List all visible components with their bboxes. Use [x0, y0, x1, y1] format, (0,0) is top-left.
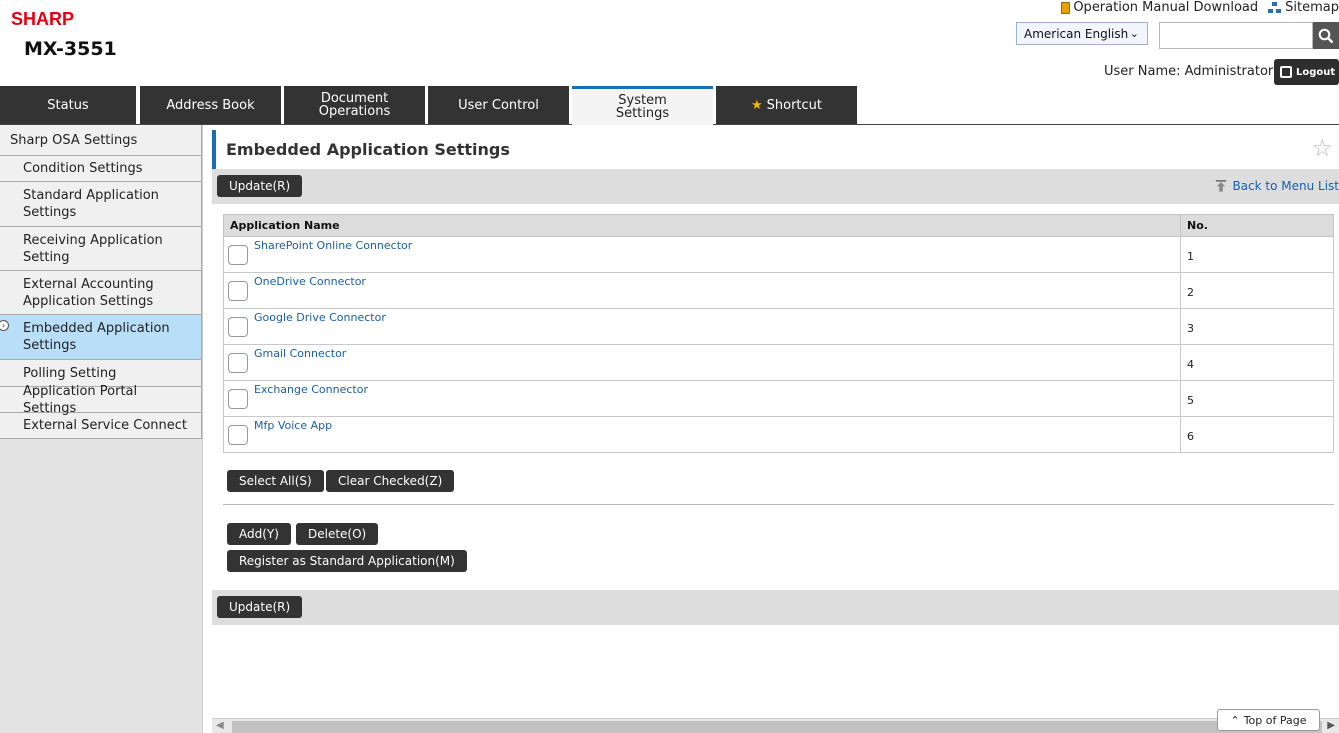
- app-link[interactable]: OneDrive Connector: [254, 275, 366, 288]
- app-number-cell: 5: [1180, 380, 1334, 417]
- operation-manual-label: Operation Manual Download: [1073, 0, 1259, 15]
- bottom-action-bar: Update(R): [212, 590, 1339, 625]
- sidebar: Sharp OSA Settings Condition Settings St…: [0, 125, 203, 733]
- table-row: OneDrive Connector 2: [223, 272, 1334, 309]
- sitemap-icon: [1268, 1, 1282, 14]
- app-name-cell: Gmail Connector: [223, 344, 1181, 381]
- table-header-row: Application Name No.: [223, 214, 1334, 237]
- table-row: Exchange Connector 5: [223, 380, 1334, 417]
- tab-user-control[interactable]: User Control: [428, 86, 569, 124]
- row-checkbox[interactable]: [228, 424, 248, 445]
- main-tabs: Status Address Book Document Operations …: [0, 86, 1339, 125]
- horizontal-scrollbar[interactable]: ◀ ▶: [212, 718, 1339, 733]
- tab-system-settings[interactable]: System Settings: [572, 86, 713, 125]
- table-row: Gmail Connector 4: [223, 344, 1334, 381]
- top-of-page-label: Top of Page: [1243, 713, 1307, 727]
- sidebar-item-embedded-application-settings[interactable]: › Embedded Application Settings: [0, 315, 202, 360]
- add-button[interactable]: Add(Y): [227, 523, 291, 545]
- sidebar-item-condition-settings[interactable]: Condition Settings: [0, 156, 202, 182]
- row-checkbox[interactable]: [228, 388, 248, 409]
- clear-checked-button[interactable]: Clear Checked(Z): [326, 470, 455, 492]
- sitemap-link[interactable]: Sitemap: [1268, 0, 1339, 15]
- back-to-menu-list-label: Back to Menu List: [1232, 179, 1339, 193]
- app-number-cell: 2: [1180, 272, 1334, 309]
- app-link[interactable]: Mfp Voice App: [254, 419, 332, 432]
- table-row: Mfp Voice App 6: [223, 416, 1334, 453]
- app-name-cell: Exchange Connector: [223, 380, 1181, 417]
- table-row: SharePoint Online Connector 1: [223, 236, 1334, 273]
- application-table: Application Name No. SharePoint Online C…: [223, 214, 1334, 453]
- manual-icon: [1061, 1, 1071, 14]
- select-all-button[interactable]: Select All(S): [227, 470, 324, 492]
- scrollbar-thumb[interactable]: [232, 721, 1322, 733]
- top-action-bar: Update(R) Back to Menu List: [212, 169, 1339, 204]
- language-value: American English: [1024, 26, 1129, 41]
- logout-icon: [1280, 66, 1292, 78]
- update-button-top[interactable]: Update(R): [217, 175, 303, 197]
- back-arrow-icon: [1216, 180, 1227, 192]
- user-name: User Name: Administrator: [1104, 64, 1274, 79]
- row-checkbox[interactable]: [228, 280, 248, 301]
- top-of-page-button[interactable]: ⌃ Top of Page: [1217, 709, 1320, 731]
- row-checkbox[interactable]: [228, 352, 248, 373]
- chevron-right-icon: ›: [0, 320, 9, 331]
- app-link[interactable]: Google Drive Connector: [254, 311, 386, 324]
- page-title-bar: Embedded Application Settings ☆: [212, 130, 1339, 169]
- model-name: MX-3551: [24, 38, 117, 60]
- app-link[interactable]: Exchange Connector: [254, 383, 368, 396]
- tab-document-operations[interactable]: Document Operations: [284, 86, 425, 124]
- register-standard-application-button[interactable]: Register as Standard Application(M): [227, 550, 467, 572]
- app-name-cell: SharePoint Online Connector: [223, 236, 1181, 273]
- app-name-cell: Google Drive Connector: [223, 308, 1181, 345]
- app-number-cell: 1: [1180, 236, 1334, 273]
- sitemap-label: Sitemap: [1285, 0, 1339, 15]
- logout-button[interactable]: Logout: [1274, 59, 1339, 85]
- app-name-cell: OneDrive Connector: [223, 272, 1181, 309]
- scroll-left-icon[interactable]: ◀: [216, 720, 224, 731]
- tab-shortcut[interactable]: ★ Shortcut: [716, 86, 857, 124]
- brand-logo: SHARP: [11, 9, 75, 29]
- row-checkbox[interactable]: [228, 316, 248, 337]
- column-header-application-name: Application Name: [223, 214, 1181, 237]
- column-header-no: No.: [1180, 214, 1334, 237]
- app-name-cell: Mfp Voice App: [223, 416, 1181, 453]
- sidebar-item-receiving-application-setting[interactable]: Receiving Application Setting: [0, 227, 202, 271]
- app-link[interactable]: SharePoint Online Connector: [254, 239, 412, 252]
- back-to-menu-list-link[interactable]: Back to Menu List: [1215, 179, 1339, 193]
- app-link[interactable]: Gmail Connector: [254, 347, 346, 360]
- update-button-bottom[interactable]: Update(R): [217, 596, 303, 618]
- logout-label: Logout: [1296, 66, 1336, 78]
- header: SHARP MX-3551 Operation Manual Download …: [0, 0, 1339, 86]
- row-checkbox[interactable]: [228, 244, 248, 265]
- language-select[interactable]: American English ⌄: [1016, 22, 1148, 45]
- sidebar-item-external-service-connect[interactable]: External Service Connect: [0, 413, 202, 439]
- page-title: Embedded Application Settings: [226, 140, 510, 159]
- divider: [223, 504, 1334, 505]
- app-number-cell: 6: [1180, 416, 1334, 453]
- sidebar-item-application-portal-settings[interactable]: Application Portal Settings: [0, 384, 202, 416]
- chevron-up-icon: ⌃: [1230, 713, 1240, 727]
- tab-status[interactable]: Status: [0, 86, 136, 124]
- operation-manual-link[interactable]: Operation Manual Download: [1061, 0, 1258, 15]
- tab-address-book[interactable]: Address Book: [140, 86, 281, 124]
- star-icon: ★: [750, 97, 763, 113]
- app-number-cell: 3: [1180, 308, 1334, 345]
- sidebar-item-standard-application-settings[interactable]: Standard Application Settings: [0, 182, 202, 227]
- app-number-cell: 4: [1180, 344, 1334, 381]
- chevron-down-icon: ⌄: [1129, 27, 1139, 40]
- search-icon: [1318, 28, 1334, 43]
- table-row: Google Drive Connector 3: [223, 308, 1334, 345]
- scroll-right-icon[interactable]: ▶: [1327, 720, 1335, 731]
- sidebar-item-sharp-osa-settings[interactable]: Sharp OSA Settings: [0, 125, 202, 156]
- top-links: Operation Manual Download Sitemap: [1061, 0, 1339, 15]
- favorite-star-icon[interactable]: ☆: [1311, 134, 1333, 162]
- search-button[interactable]: [1313, 22, 1339, 49]
- sidebar-item-external-accounting-application-settings[interactable]: External Accounting Application Settings: [0, 271, 202, 315]
- search-input[interactable]: [1159, 22, 1313, 49]
- delete-button[interactable]: Delete(O): [296, 523, 379, 545]
